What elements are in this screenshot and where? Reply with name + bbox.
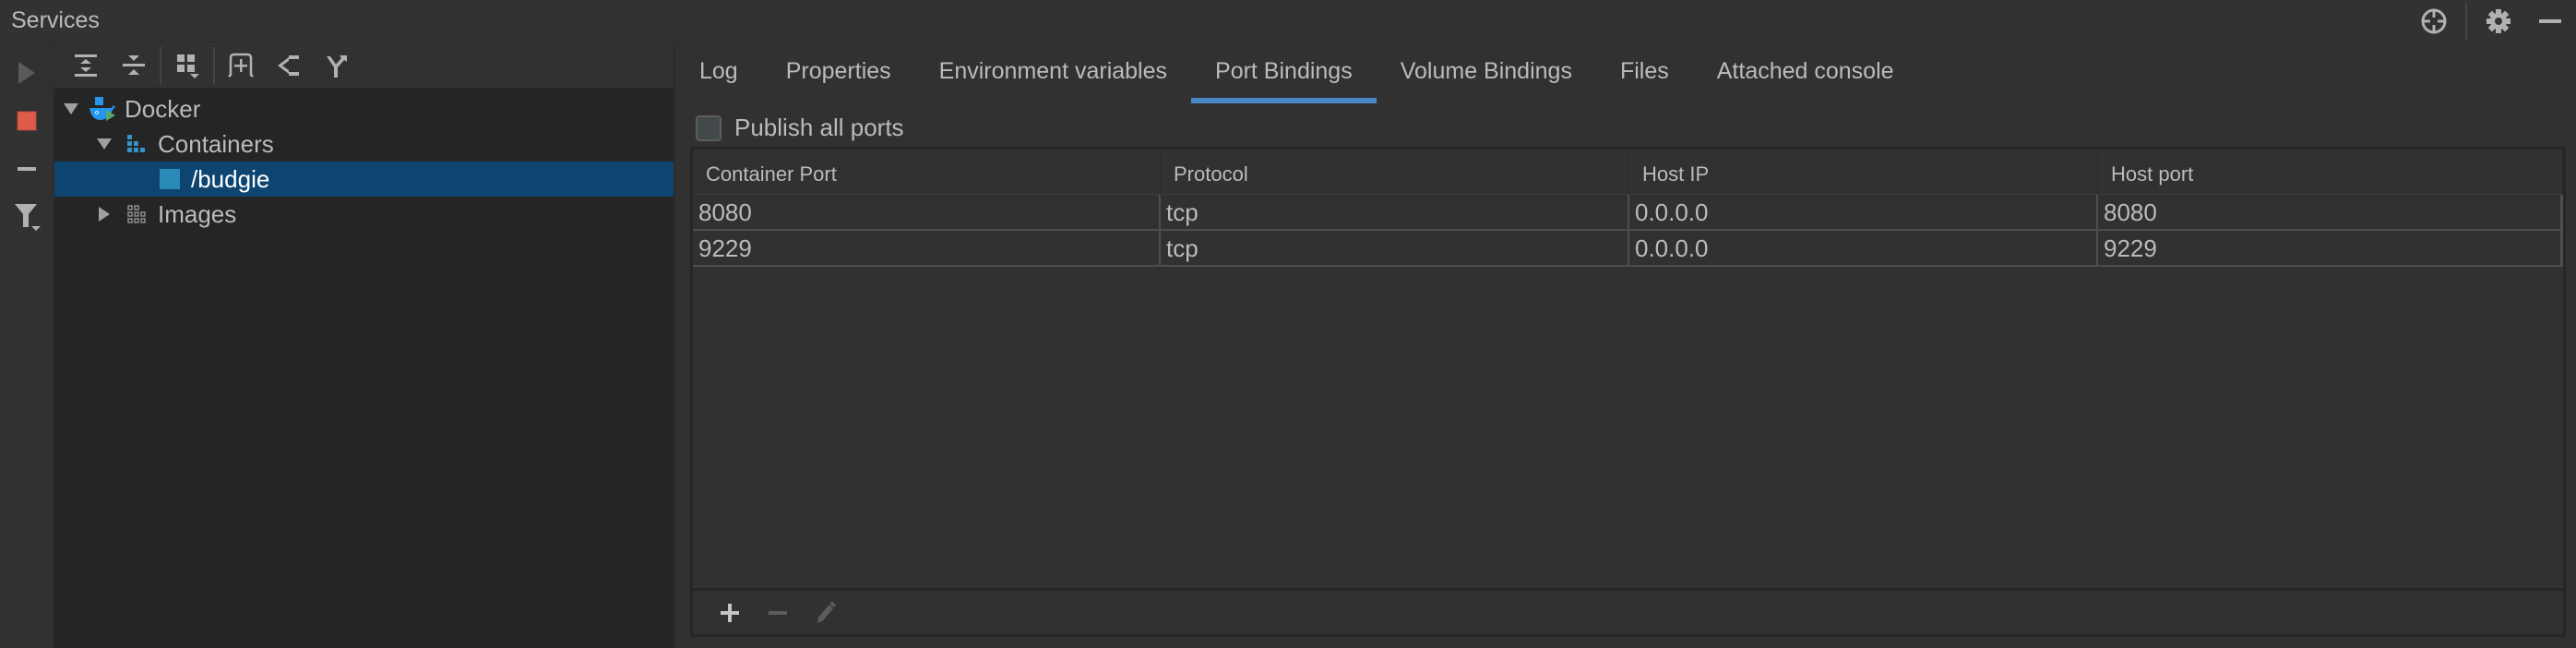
publish-all-ports-option[interactable]: Publish all ports bbox=[696, 114, 904, 142]
expand-all-icon bbox=[75, 54, 97, 77]
cell-host-port[interactable]: 9229 bbox=[2098, 231, 2560, 265]
gear-icon bbox=[2487, 9, 2510, 33]
split-icon bbox=[327, 55, 347, 78]
hide-button[interactable] bbox=[2524, 3, 2576, 40]
run-icon bbox=[18, 62, 35, 84]
table-header: Container Port Protocol Host IP Host por… bbox=[693, 150, 2563, 195]
tab-log[interactable]: Log bbox=[675, 43, 762, 103]
tree-node-label: Containers bbox=[158, 129, 274, 158]
chevron-down-icon bbox=[64, 103, 78, 114]
expand-toggle[interactable] bbox=[88, 138, 121, 150]
table-toolbar bbox=[693, 588, 2563, 634]
open-in-new-tab-icon bbox=[278, 55, 299, 76]
remove-binding-button[interactable] bbox=[754, 593, 802, 633]
images-icon bbox=[121, 200, 152, 228]
collapse-icon bbox=[18, 167, 36, 171]
tab-volume-bindings[interactable]: Volume Bindings bbox=[1377, 43, 1596, 103]
tree-node-label: Images bbox=[158, 199, 237, 228]
add-service-button[interactable] bbox=[217, 45, 265, 86]
docker-icon bbox=[88, 95, 119, 123]
filter-button[interactable] bbox=[0, 193, 54, 241]
collapse-all-button[interactable] bbox=[110, 45, 158, 86]
plus-icon bbox=[721, 603, 739, 622]
group-by-button[interactable] bbox=[163, 45, 211, 86]
containers-icon bbox=[121, 130, 152, 158]
window-title: Services bbox=[11, 7, 100, 33]
minus-icon bbox=[769, 610, 787, 615]
column-header-host-ip[interactable]: Host IP bbox=[1629, 150, 2098, 195]
tree-node-containers[interactable]: Containers bbox=[54, 126, 674, 162]
edit-binding-button[interactable] bbox=[802, 593, 850, 633]
table-row[interactable]: 9229 tcp 0.0.0.0 9229 bbox=[693, 231, 2563, 267]
cell-host-ip[interactable]: 0.0.0.0 bbox=[1629, 231, 2098, 265]
tab-attached-console[interactable]: Attached console bbox=[1693, 43, 1918, 103]
toolbar-separator bbox=[160, 47, 161, 84]
stop-button[interactable] bbox=[0, 97, 54, 145]
collapse-all-icon bbox=[123, 55, 145, 75]
remove-button[interactable] bbox=[0, 145, 54, 193]
tree-toolbar bbox=[54, 43, 674, 89]
chevron-down-icon bbox=[97, 138, 112, 150]
publish-all-ports-label: Publish all ports bbox=[734, 114, 904, 141]
publish-all-ports-checkbox[interactable] bbox=[696, 114, 722, 141]
cell-container-port[interactable]: 8080 bbox=[693, 195, 1161, 229]
new-service-icon bbox=[228, 53, 254, 78]
column-header-protocol[interactable]: Protocol bbox=[1161, 150, 1629, 195]
cell-host-ip[interactable]: 0.0.0.0 bbox=[1629, 195, 2098, 229]
cell-container-port[interactable]: 9229 bbox=[693, 231, 1161, 265]
group-by-icon bbox=[177, 54, 199, 78]
expand-toggle[interactable] bbox=[88, 206, 121, 222]
details-tabs: Log Properties Environment variables Por… bbox=[675, 43, 1918, 103]
cell-host-port[interactable]: 8080 bbox=[2098, 195, 2560, 229]
column-header-container-port[interactable]: Container Port bbox=[693, 150, 1161, 195]
split-button[interactable] bbox=[313, 45, 361, 86]
cell-protocol[interactable]: tcp bbox=[1161, 195, 1629, 229]
tree-node-label: /budgie bbox=[191, 164, 270, 193]
tree-node-images[interactable]: Images bbox=[54, 197, 674, 232]
tree-node-budgie[interactable]: /budgie bbox=[54, 162, 674, 197]
title-separator bbox=[2465, 3, 2467, 40]
locate-icon bbox=[2421, 8, 2447, 34]
expand-all-button[interactable] bbox=[62, 45, 110, 86]
action-strip bbox=[0, 43, 54, 648]
tab-files[interactable]: Files bbox=[1596, 43, 1693, 103]
tree-node-label: Docker bbox=[125, 94, 201, 123]
services-tree-pane: Docker Containers /budgie Images bbox=[54, 43, 674, 648]
tab-properties[interactable]: Properties bbox=[762, 43, 915, 103]
stop-icon bbox=[17, 111, 37, 131]
pencil-icon bbox=[817, 601, 836, 623]
add-binding-button[interactable] bbox=[706, 593, 754, 633]
minimize-icon bbox=[2539, 19, 2561, 23]
container-icon bbox=[154, 165, 185, 193]
run-button[interactable] bbox=[0, 49, 54, 97]
tab-port-bindings[interactable]: Port Bindings bbox=[1191, 43, 1377, 103]
services-tree: Docker Containers /budgie Images bbox=[54, 89, 674, 232]
toolbar-separator bbox=[213, 47, 215, 84]
tab-environment-variables[interactable]: Environment variables bbox=[915, 43, 1191, 103]
tree-node-docker[interactable]: Docker bbox=[54, 91, 674, 126]
table-row[interactable]: 8080 tcp 0.0.0.0 8080 bbox=[693, 195, 2563, 231]
locate-button[interactable] bbox=[2408, 3, 2460, 40]
filter-icon bbox=[15, 204, 41, 231]
expand-toggle[interactable] bbox=[54, 102, 88, 115]
chevron-right-icon bbox=[99, 207, 110, 222]
settings-button[interactable] bbox=[2473, 3, 2524, 40]
services-title-bar: Services bbox=[0, 0, 2576, 42]
port-bindings-table: Container Port Protocol Host IP Host por… bbox=[690, 147, 2566, 637]
open-new-tab-button[interactable] bbox=[265, 45, 313, 86]
details-panel: Log Properties Environment variables Por… bbox=[675, 43, 2576, 648]
column-header-host-port[interactable]: Host port bbox=[2098, 150, 2563, 195]
cell-protocol[interactable]: tcp bbox=[1161, 231, 1629, 265]
